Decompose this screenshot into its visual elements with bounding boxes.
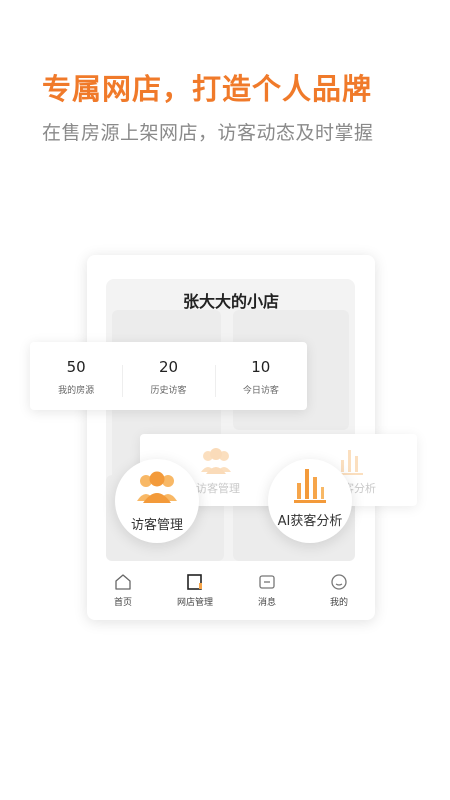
tab-store-label: 网店管理 [176,598,213,608]
tab-messages[interactable]: 消息 [231,573,303,617]
stat-value: 20 [158,357,179,376]
visitors-icon [137,471,177,503]
tab-profile-label: 我的 [329,598,348,608]
visitor-management-label: 访客管理 [130,518,183,533]
store-icon [187,574,202,590]
stat-my-listings[interactable]: 50 我的房源 [30,357,122,396]
promo-headline: 专属网店，打造个人品牌 [42,72,373,106]
home-icon [115,574,131,590]
promo-subtitle: 在售房源上架网店，访客动态及时掌握 [42,122,374,144]
tab-home-label: 首页 [113,598,132,608]
store-title: 张大大的小店 [182,292,279,311]
visitors-icon [201,448,231,474]
tab-store-management[interactable]: 网店管理 [159,573,231,617]
ghost-visitor-label: 访客管理 [196,482,240,495]
stat-history-visitors[interactable]: 20 历史访客 [122,357,214,397]
stat-today-visitors[interactable]: 10 今日访客 [214,357,307,397]
bar-chart-icon [339,450,363,475]
stat-label: 今日访客 [242,385,279,396]
profile-icon [331,574,347,590]
visitor-management-button[interactable]: 访客管理 [115,459,199,543]
tab-messages-label: 消息 [257,598,276,608]
bar-chart-icon [294,469,326,503]
stats-card: 50 我的房源 20 历史访客 10 今日访客 [30,342,307,410]
stat-label: 历史访客 [150,385,187,396]
ai-analysis-button[interactable]: AI获客分析 [268,459,352,543]
message-icon [259,575,275,589]
stat-value: 50 [66,357,86,376]
ai-analysis-label: AI获客分析 [277,514,343,529]
tab-profile[interactable]: 我的 [303,573,375,617]
stat-value: 10 [251,357,271,376]
stat-label: 我的房源 [58,385,95,396]
bottom-tab-bar: 首页 网店管理 消息 我的 [87,573,375,617]
tab-home[interactable]: 首页 [87,573,159,617]
